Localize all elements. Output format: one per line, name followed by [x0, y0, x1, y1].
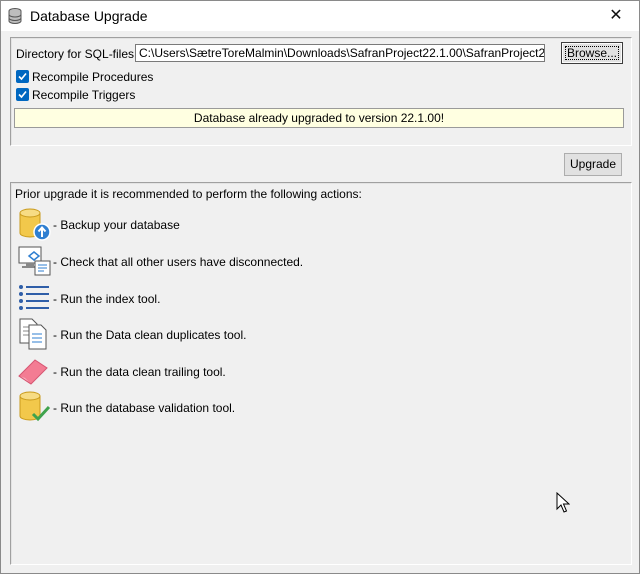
- database-icon: [7, 7, 23, 25]
- directory-field[interactable]: C:\Users\SætreToreMalmin\Downloads\Safra…: [135, 44, 545, 62]
- recompile-procedures-checkbox[interactable]: [16, 70, 29, 83]
- action-label: - Run the Data clean duplicates tool.: [53, 328, 247, 342]
- database-backup-icon: [17, 207, 53, 241]
- recompile-procedures-label: Recompile Procedures: [32, 70, 154, 84]
- action-label: - Run the data clean trailing tool.: [53, 365, 226, 379]
- eraser-icon: [17, 354, 53, 388]
- action-label: - Run the index tool.: [53, 292, 161, 306]
- database-upgrade-window: Database Upgrade ✕ Directory for SQL-fil…: [0, 0, 640, 574]
- recompile-triggers-label: Recompile Triggers: [32, 88, 136, 102]
- action-label: - Check that all other users have discon…: [53, 255, 304, 269]
- browse-button[interactable]: Browse...: [561, 42, 623, 64]
- close-button[interactable]: ✕: [593, 1, 639, 31]
- clean-duplicates-icon: [17, 317, 53, 351]
- action-label: - Backup your database: [53, 218, 180, 232]
- settings-panel: Directory for SQL-files: C:\Users\SætreT…: [10, 37, 632, 146]
- mouse-pointer-icon: [556, 491, 571, 517]
- recommendations-panel: Prior upgrade it is recommended to perfo…: [10, 182, 632, 565]
- action-label: - Run the database validation tool.: [53, 401, 236, 415]
- recompile-triggers-checkbox[interactable]: [16, 88, 29, 101]
- index-list-icon: [17, 281, 53, 315]
- users-disconnect-icon: [17, 244, 53, 278]
- window-title: Database Upgrade: [30, 8, 148, 24]
- database-validate-icon: [17, 390, 53, 424]
- directory-label: Directory for SQL-files:: [16, 47, 138, 61]
- status-message: Database already upgraded to version 22.…: [14, 108, 624, 128]
- instructions-intro: Prior upgrade it is recommended to perfo…: [15, 187, 362, 201]
- focus-indicator: [565, 46, 619, 60]
- upgrade-button[interactable]: Upgrade: [564, 153, 622, 176]
- title-bar[interactable]: Database Upgrade ✕: [1, 1, 639, 31]
